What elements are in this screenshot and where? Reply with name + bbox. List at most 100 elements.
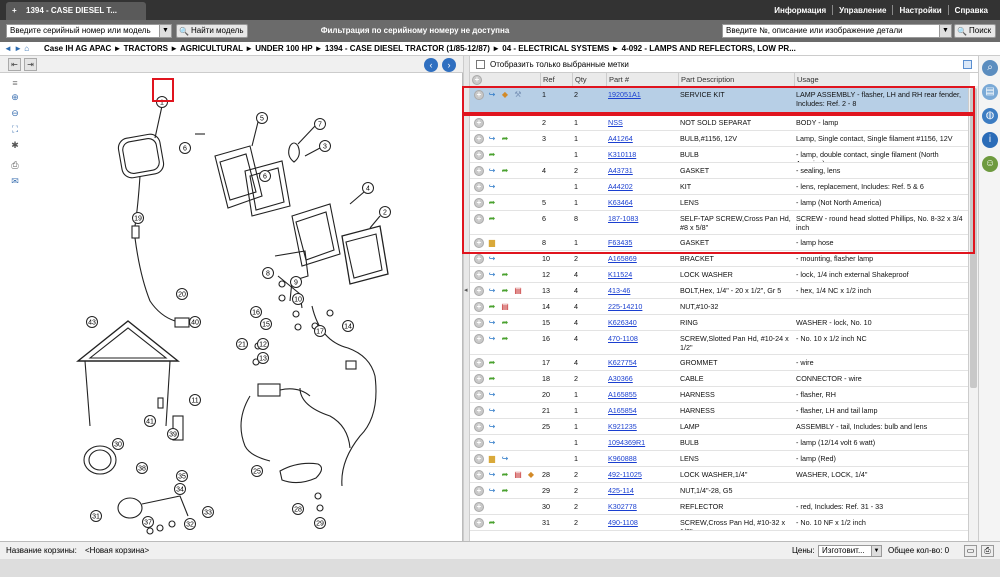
table-row[interactable]: + ➦ 31 2 490-1108 SCREW,Cross Pan Hd, #10-32 … [470,515,970,531]
part-number-link[interactable]: A165855 [608,390,676,402]
table-row[interactable]: + ↪ 20 1 A165855 HARNESS - flasher, RH [470,387,970,403]
breadcrumb-item[interactable]: Case IH AG APAC [44,44,111,53]
part-number-link[interactable]: K921235 [608,422,676,434]
share-arrow-icon[interactable]: ↪ [487,438,497,448]
plus-icon[interactable]: + [472,75,482,85]
part-number-link[interactable]: 425-114 [608,486,676,498]
breadcrumb-item[interactable]: 1394 - CASE DIESEL TRACTOR (1/85-12/87) [325,44,490,53]
forward-arrow-icon[interactable]: ➦ [487,374,497,384]
drawing-callout[interactable]: 40 [189,316,201,328]
drawing-callout[interactable]: 43 [86,316,98,328]
search-icon[interactable]: ⌕ [982,60,998,76]
document-tab[interactable]: + 1394 - CASE DIESEL T... [6,2,146,20]
menu-help[interactable]: Справка [949,6,994,15]
header-usage[interactable]: Usage [794,73,970,87]
table-row[interactable]: + ↪ 1 1094369R1 BULB - lamp (12/14 volt 6 wat… [470,435,970,451]
folder-icon[interactable]: ▆ [487,454,497,464]
print-icon[interactable]: ⎙ [9,160,21,171]
forward-arrow-icon[interactable]: ➦ [500,334,510,344]
part-number-link[interactable]: K960888 [608,454,676,466]
drawing-callout[interactable]: 31 [90,510,102,522]
drawing-callout[interactable]: 20 [176,288,188,300]
drawing-callout[interactable]: 4 [362,182,374,194]
next-page-icon[interactable]: ⇥ [24,58,37,71]
table-row[interactable]: + ➦ ▤ 14 4 225-14210 NUT,#10-32 [470,299,970,315]
share-arrow-icon[interactable]: ↪ [487,270,497,280]
forward-arrow-icon[interactable]: ➦ [487,302,497,312]
table-row[interactable]: + ↪ ➦ ▤ ◆ 28 2 492-11025 LOCK WASHER,1/4" WASHER,… [470,467,970,483]
add-to-cart-icon[interactable]: + [474,406,484,416]
drawing-callout[interactable]: 39 [167,428,179,440]
add-to-cart-icon[interactable]: + [474,422,484,432]
header-qty[interactable]: Qty [572,73,606,87]
drawing-callout[interactable]: 33 [202,506,214,518]
header-part-number[interactable]: Part # [606,73,678,87]
fit-icon[interactable]: ⛶ [9,124,21,135]
drawing-callout[interactable]: 30 [112,438,124,450]
part-number-link[interactable]: 413-46 [608,286,676,298]
header-ref[interactable]: Ref [540,73,572,87]
add-to-cart-icon[interactable]: + [474,374,484,384]
table-row[interactable]: + ▆ ↪ 1 K960888 LENS - lamp (Red) [470,451,970,467]
table-row[interactable]: + ↪ ➦ 29 2 425-114 NUT,1/4"-28, G5 [470,483,970,499]
table-row[interactable]: + ↪ 25 1 K921235 LAMP ASSEMBLY - tail, Include… [470,419,970,435]
drawing-callout[interactable]: 12 [257,338,269,350]
drawing-callout[interactable]: 3 [319,140,331,152]
email-icon[interactable]: ✉ [9,176,21,187]
table-row[interactable]: + ↪ ➦ 12 4 K11524 LOCK WASHER - lock, 1/4 inch … [470,267,970,283]
breadcrumb-item[interactable]: UNDER 100 HP [255,44,312,53]
part-number-link[interactable]: 490-1108 [608,518,676,530]
table-row[interactable]: + ↪ ➦ ▤ 13 4 413-46 BOLT,Hex, 1/4" - 20 x 1/2",… [470,283,970,299]
part-number-link[interactable]: K11524 [608,270,676,282]
share-arrow-icon[interactable]: ↪ [487,470,497,480]
table-row[interactable]: + ➦ 17 4 K627754 GROMMET - wire [470,355,970,371]
drawing-callout[interactable]: 32 [184,518,196,530]
print-cart-icon[interactable]: ⎙ [981,545,994,557]
drawing-callout[interactable]: 41 [144,415,156,427]
add-to-cart-icon[interactable]: + [474,470,484,480]
note-icon[interactable]: ▤ [500,302,510,312]
drawing-callout[interactable]: 7 [314,118,326,130]
part-number-link[interactable]: A165869 [608,254,676,266]
home-icon[interactable]: ◄ ► ⌂ [4,42,29,55]
drawing-callout[interactable]: 15 [260,318,272,330]
add-to-cart-icon[interactable]: + [474,390,484,400]
forward-arrow-icon[interactable]: ➦ [500,270,510,280]
menu-info[interactable]: Информация [768,6,832,15]
serial-input[interactable]: Введите серийный номер или модель ▼ [6,24,172,38]
search-button[interactable]: 🔍 Поиск [954,24,996,38]
share-arrow-icon[interactable]: ↪ [487,390,497,400]
part-number-link[interactable]: A30366 [608,374,676,386]
drawing-callout[interactable]: 14 [342,320,354,332]
share-arrow-icon[interactable]: ↪ [487,486,497,496]
prices-select[interactable]: Изготовит... ▼ [818,545,882,557]
breadcrumb-item[interactable]: 4-092 - LAMPS AND REFLECTORS, LOW PR... [622,44,796,53]
add-to-cart-icon[interactable]: + [474,502,484,512]
next-arrow-icon[interactable]: › [442,58,456,72]
forward-arrow-icon[interactable]: ➦ [487,358,497,368]
drawing-callout[interactable]: 34 [174,483,186,495]
forward-arrow-icon[interactable]: ➦ [500,286,510,296]
drawing-callout[interactable]: 13 [257,352,269,364]
note-icon[interactable]: ▤ [513,286,523,296]
zoom-out-icon[interactable]: ⊖ [9,108,21,119]
menu-settings[interactable]: Настройки [893,6,947,15]
menu-manage[interactable]: Управление [833,6,892,15]
add-to-cart-icon[interactable]: + [474,358,484,368]
part-number-link[interactable]: 470-1108 [608,334,676,354]
document-icon[interactable]: ▤ [982,84,998,100]
add-to-cart-icon[interactable]: + [474,286,484,296]
cart-view-icon[interactable]: ▭ [964,545,977,557]
share-arrow-icon[interactable]: ↪ [487,334,497,344]
table-row[interactable]: + ➦ 18 2 A30366 CABLE CONNECTOR - wire [470,371,970,387]
drawing-callout[interactable]: 16 [250,306,262,318]
table-row[interactable]: + ↪ 21 1 A165854 HARNESS - flasher, LH and tai… [470,403,970,419]
drawing-callout[interactable]: 6 [179,142,191,154]
find-model-button[interactable]: 🔍 Найти модель [176,24,248,38]
users-icon[interactable]: ☺ [982,156,998,172]
share-arrow-icon[interactable]: ↪ [487,286,497,296]
drawing-callout[interactable]: 37 [142,516,154,528]
add-to-cart-icon[interactable]: + [474,438,484,448]
column-settings-icon[interactable] [963,60,972,69]
forward-arrow-icon[interactable]: ➦ [500,470,510,480]
